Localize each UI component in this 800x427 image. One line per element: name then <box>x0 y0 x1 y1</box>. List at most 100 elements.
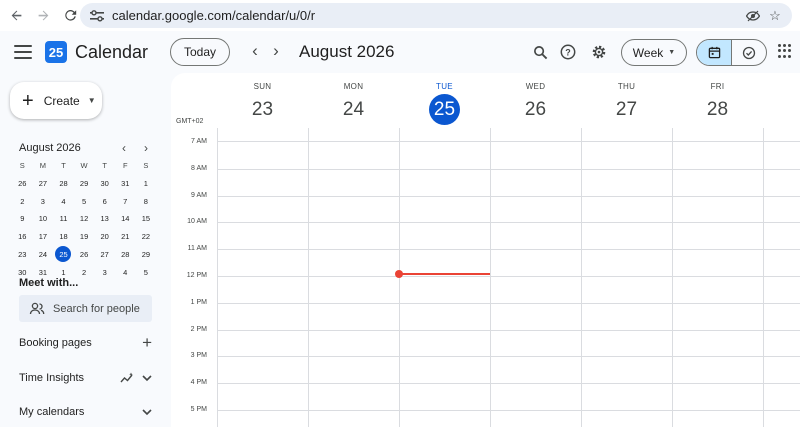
forward-arrow-icon[interactable] <box>32 5 54 27</box>
mini-calendar-day[interactable]: 8 <box>136 192 157 210</box>
mini-calendar-weekday: S <box>143 161 149 171</box>
mini-calendar-day[interactable]: 25 <box>55 246 72 263</box>
eye-icon[interactable] <box>742 6 764 26</box>
mini-calendar-day[interactable]: 15 <box>136 210 157 228</box>
mini-calendar-day[interactable]: 29 <box>136 245 157 263</box>
mini-calendar-day[interactable]: 26 <box>12 175 33 193</box>
day-number[interactable]: 24 <box>308 95 399 125</box>
mini-calendar-day[interactable]: 23 <box>12 245 33 263</box>
day-header-thu[interactable]: THU 27 <box>581 73 672 128</box>
mini-calendar-title: August 2026 <box>19 142 81 154</box>
search-people-input[interactable]: Search for people <box>19 295 152 322</box>
hour-gridline <box>217 168 800 170</box>
mini-calendar-day[interactable]: 26 <box>74 245 95 263</box>
mini-calendar-day[interactable]: 19 <box>74 228 95 246</box>
tasks-view-icon[interactable] <box>732 40 766 65</box>
mini-calendar-day[interactable]: 28 <box>53 175 74 193</box>
day-header-fri[interactable]: FRI 28 <box>672 73 763 128</box>
insights-sparkle-icon <box>120 372 133 383</box>
today-button[interactable]: Today <box>170 38 230 66</box>
mini-calendar-day[interactable]: 4 <box>115 263 136 281</box>
mini-calendar-day[interactable]: 12 <box>74 210 95 228</box>
mini-calendar-weekday: T <box>61 161 66 171</box>
day-number[interactable]: 25 <box>429 94 460 125</box>
chevron-down-icon[interactable] <box>142 374 152 382</box>
day-header-sun[interactable]: SUN 23 <box>217 73 308 128</box>
search-icon[interactable] <box>530 42 550 62</box>
column-divider <box>308 128 309 142</box>
mini-calendar-day[interactable]: 3 <box>94 263 115 281</box>
hour-label: 7 AM <box>191 138 207 145</box>
settings-gear-icon[interactable] <box>589 42 609 62</box>
mini-calendar-day[interactable]: 14 <box>115 210 136 228</box>
add-icon[interactable]: + <box>142 333 152 353</box>
hour-label: 5 PM <box>190 406 207 413</box>
mini-calendar-day[interactable]: 16 <box>12 228 33 246</box>
mini-calendar-prev-icon[interactable]: ‹ <box>122 141 126 155</box>
mini-calendar-day[interactable]: 28 <box>115 245 136 263</box>
help-icon[interactable]: ? <box>558 42 578 62</box>
mini-calendar-next-icon[interactable]: › <box>144 141 148 155</box>
mini-calendar-day[interactable]: 9 <box>12 210 33 228</box>
hour-gridline <box>217 249 800 251</box>
my-calendars-row[interactable]: My calendars <box>19 402 152 422</box>
mini-calendar-day[interactable]: 2 <box>12 192 33 210</box>
main-menu-icon[interactable] <box>14 45 32 59</box>
mini-calendar-weekday: S <box>19 161 25 171</box>
day-header-tue[interactable]: TUE 25 <box>399 73 490 128</box>
hour-label: 4 PM <box>190 379 207 387</box>
day-number[interactable]: 26 <box>490 95 581 125</box>
time-grid[interactable]: 7 AM 8 AM 9 AM 10 AM 11 AM 12 PM 1 PM 2 PM 3 PM 4… <box>171 138 800 427</box>
mini-calendar-weekday: M <box>39 161 47 171</box>
mini-calendar-day[interactable]: 31 <box>115 175 136 193</box>
bookmark-star-icon[interactable]: ☆ <box>764 6 786 26</box>
day-number[interactable]: 23 <box>217 95 308 125</box>
mini-calendar-day[interactable]: 22 <box>136 228 157 246</box>
day-number[interactable]: 27 <box>581 95 672 125</box>
mini-calendar-day[interactable]: 20 <box>94 228 115 246</box>
view-selector-button[interactable]: Week ▼ <box>621 39 687 66</box>
day-column-divider <box>308 142 309 427</box>
mini-calendar-day[interactable]: 30 <box>94 175 115 193</box>
booking-pages-label: Booking pages <box>19 337 92 349</box>
mini-calendar-day[interactable]: 13 <box>94 210 115 228</box>
mini-calendar-day[interactable]: 11 <box>53 210 74 228</box>
time-insights-row[interactable]: Time Insights <box>19 368 152 388</box>
mini-calendar-day[interactable]: 18 <box>53 228 74 246</box>
mini-calendar-day[interactable]: 3 <box>33 192 54 210</box>
mini-calendar-day[interactable]: 24 <box>33 245 54 263</box>
mini-calendar-day[interactable]: 27 <box>33 175 54 193</box>
day-header-wed[interactable]: WED 26 <box>490 73 581 128</box>
mini-calendar-day[interactable]: 17 <box>33 228 54 246</box>
calendar-view-icon[interactable] <box>697 40 732 65</box>
mini-calendar-day[interactable]: 10 <box>33 210 54 228</box>
mini-calendar-day[interactable]: 7 <box>115 192 136 210</box>
day-header-mon[interactable]: MON 24 <box>308 73 399 128</box>
previous-period-button[interactable]: ‹ <box>245 41 265 61</box>
mini-calendar-day[interactable]: 1 <box>136 175 157 193</box>
mini-calendar-weekday: W <box>80 161 88 171</box>
mini-calendar-day[interactable]: 29 <box>74 175 95 193</box>
column-divider <box>581 128 582 142</box>
apps-grid-icon[interactable] <box>778 44 792 58</box>
calendar-tasks-toggle <box>696 39 767 66</box>
day-column-divider <box>399 142 400 427</box>
address-bar[interactable]: calendar.google.com/calendar/u/0/r ☆ <box>80 3 792 28</box>
chevron-down-icon[interactable] <box>142 408 152 416</box>
mini-calendar-day[interactable]: 21 <box>115 228 136 246</box>
mini-calendar-day[interactable]: 6 <box>94 192 115 210</box>
hour-label: 2 PM <box>190 325 207 333</box>
back-arrow-icon[interactable] <box>5 5 27 27</box>
mini-calendar-day[interactable]: 5 <box>74 192 95 210</box>
create-button[interactable]: + Create ▼ <box>10 82 102 119</box>
day-number[interactable]: 28 <box>672 95 763 125</box>
mini-calendar-day[interactable]: 4 <box>53 192 74 210</box>
hour-label: 1 PM <box>190 298 207 306</box>
mini-calendar-day[interactable]: 5 <box>136 263 157 281</box>
site-settings-icon[interactable] <box>86 7 108 25</box>
booking-pages-row[interactable]: Booking pages + <box>19 333 152 353</box>
reload-icon[interactable] <box>59 5 81 27</box>
next-period-button[interactable]: › <box>266 41 286 61</box>
mini-calendar-day[interactable]: 27 <box>94 245 115 263</box>
day-column-divider <box>581 142 582 427</box>
